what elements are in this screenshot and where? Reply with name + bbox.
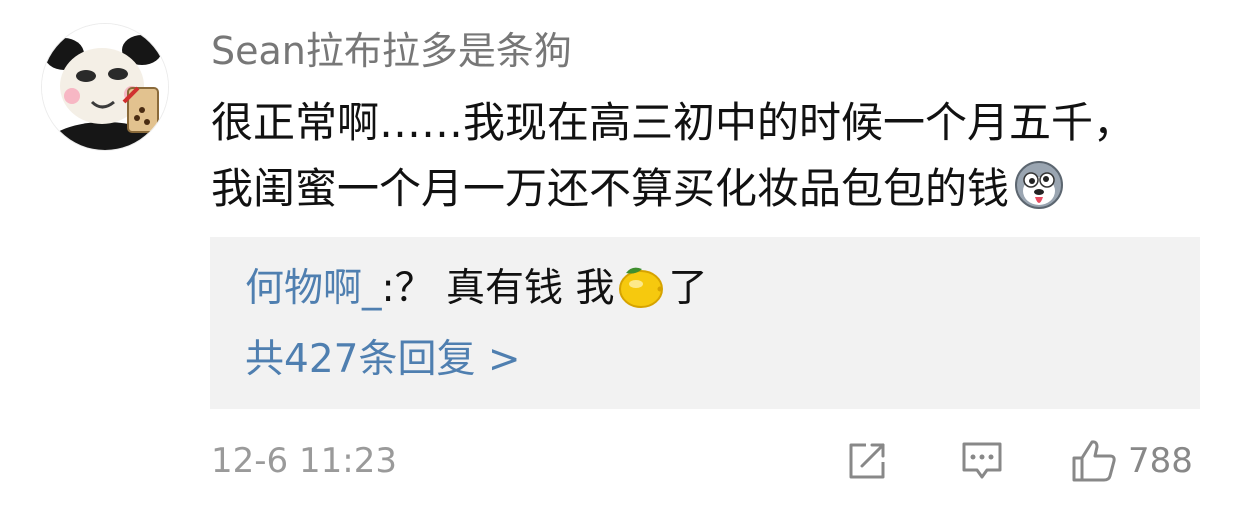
reply-text: :？ 真有钱 我 (381, 266, 615, 311)
reply-username[interactable]: 何物啊_ (245, 266, 382, 311)
comment-card: Sean拉布拉多是条狗 很正常啊……我现在高三初中的时候一个月五千， 我闺蜜一个… (0, 0, 1242, 508)
panda-meme-avatar-icon (42, 24, 168, 150)
lemon-emoji-icon (616, 261, 666, 327)
comment-text-line-1: 很正常啊……我现在高三初中的时候一个月五千， (211, 98, 1136, 147)
view-all-replies-link[interactable]: 共427条回复 > (245, 332, 521, 388)
reply-item: 何物啊_:？ 真有钱 我 了 (245, 261, 707, 317)
share-button[interactable] (846, 438, 888, 484)
comment-text-line-2-text: 我闺蜜一个月一万还不算买化妆品包包的钱 (211, 164, 1010, 213)
like-button[interactable]: 788 (1070, 438, 1193, 484)
share-icon (849, 443, 885, 479)
husky-face-emoji-icon (1013, 159, 1065, 230)
avatar[interactable] (42, 24, 168, 150)
like-count: 788 (1128, 441, 1193, 481)
reply-text-end: 了 (668, 266, 708, 311)
reply-button[interactable] (960, 438, 1004, 484)
comment-icon (962, 442, 1002, 479)
thumbs-up-icon (1072, 440, 1116, 482)
comment-timestamp: 12-6 11:23 (211, 441, 397, 481)
comment-text-line-2: 我闺蜜一个月一万还不算买化妆品包包的钱 (211, 156, 1201, 230)
comment-text: 很正常啊……我现在高三初中的时候一个月五千， 我闺蜜一个月一万还不算买化妆品包包… (211, 90, 1201, 230)
comment-username[interactable]: Sean拉布拉多是条狗 (211, 26, 572, 76)
reply-preview[interactable]: 何物啊_:？ 真有钱 我 了 共427条回复 > (210, 237, 1200, 409)
